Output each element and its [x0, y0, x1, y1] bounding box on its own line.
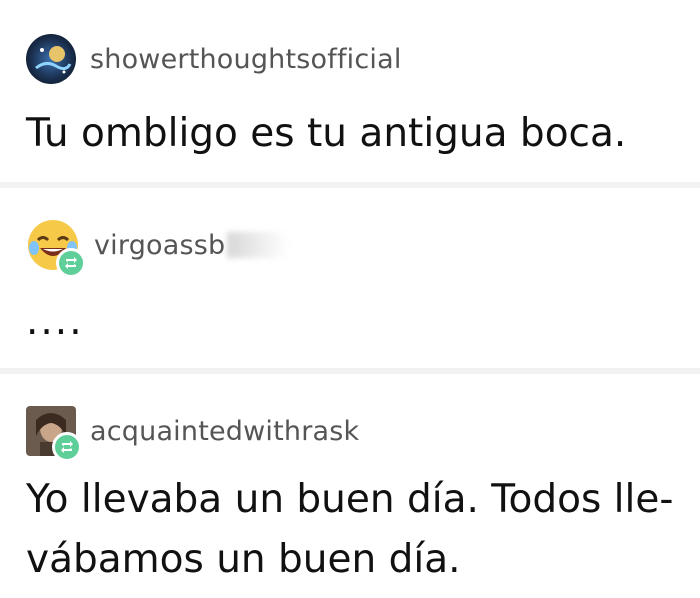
post-text: Tu ombligo es tu antigua boca.: [26, 111, 627, 156]
username[interactable]: virgoassb: [94, 229, 290, 261]
post-text-line: Yo llevaba un buen día. Todos lle-: [26, 477, 674, 522]
reblog-icon: [56, 248, 86, 278]
cosmic-avatar-icon[interactable]: [26, 34, 76, 84]
post-text-line: vábamos un buen día.: [26, 537, 461, 582]
post-virgoassb: virgoassb ....: [0, 188, 700, 368]
post-header: virgoassb: [26, 218, 290, 278]
post-text: ....: [26, 299, 84, 344]
username[interactable]: showerthoughtsofficial: [90, 44, 402, 75]
post-header: showerthoughtsofficial: [26, 34, 402, 84]
post-acquaintedwithrask: acquaintedwithrask Yo llevaba un buen dí…: [0, 374, 700, 598]
username-text: virgoassb: [94, 229, 226, 261]
blurred-username-tail: [227, 232, 290, 258]
post-header: acquaintedwithrask: [26, 406, 359, 462]
laughing-emoji-avatar-icon[interactable]: [26, 218, 86, 278]
post-showerthoughts: showerthoughtsofficial Tu ombligo es tu …: [0, 0, 700, 182]
username[interactable]: acquaintedwithrask: [90, 416, 359, 447]
portrait-avatar-icon[interactable]: [26, 406, 82, 462]
reblog-icon: [52, 432, 82, 462]
post-text: Yo llevaba un buen día. Todos lle- vábam…: [26, 470, 684, 590]
